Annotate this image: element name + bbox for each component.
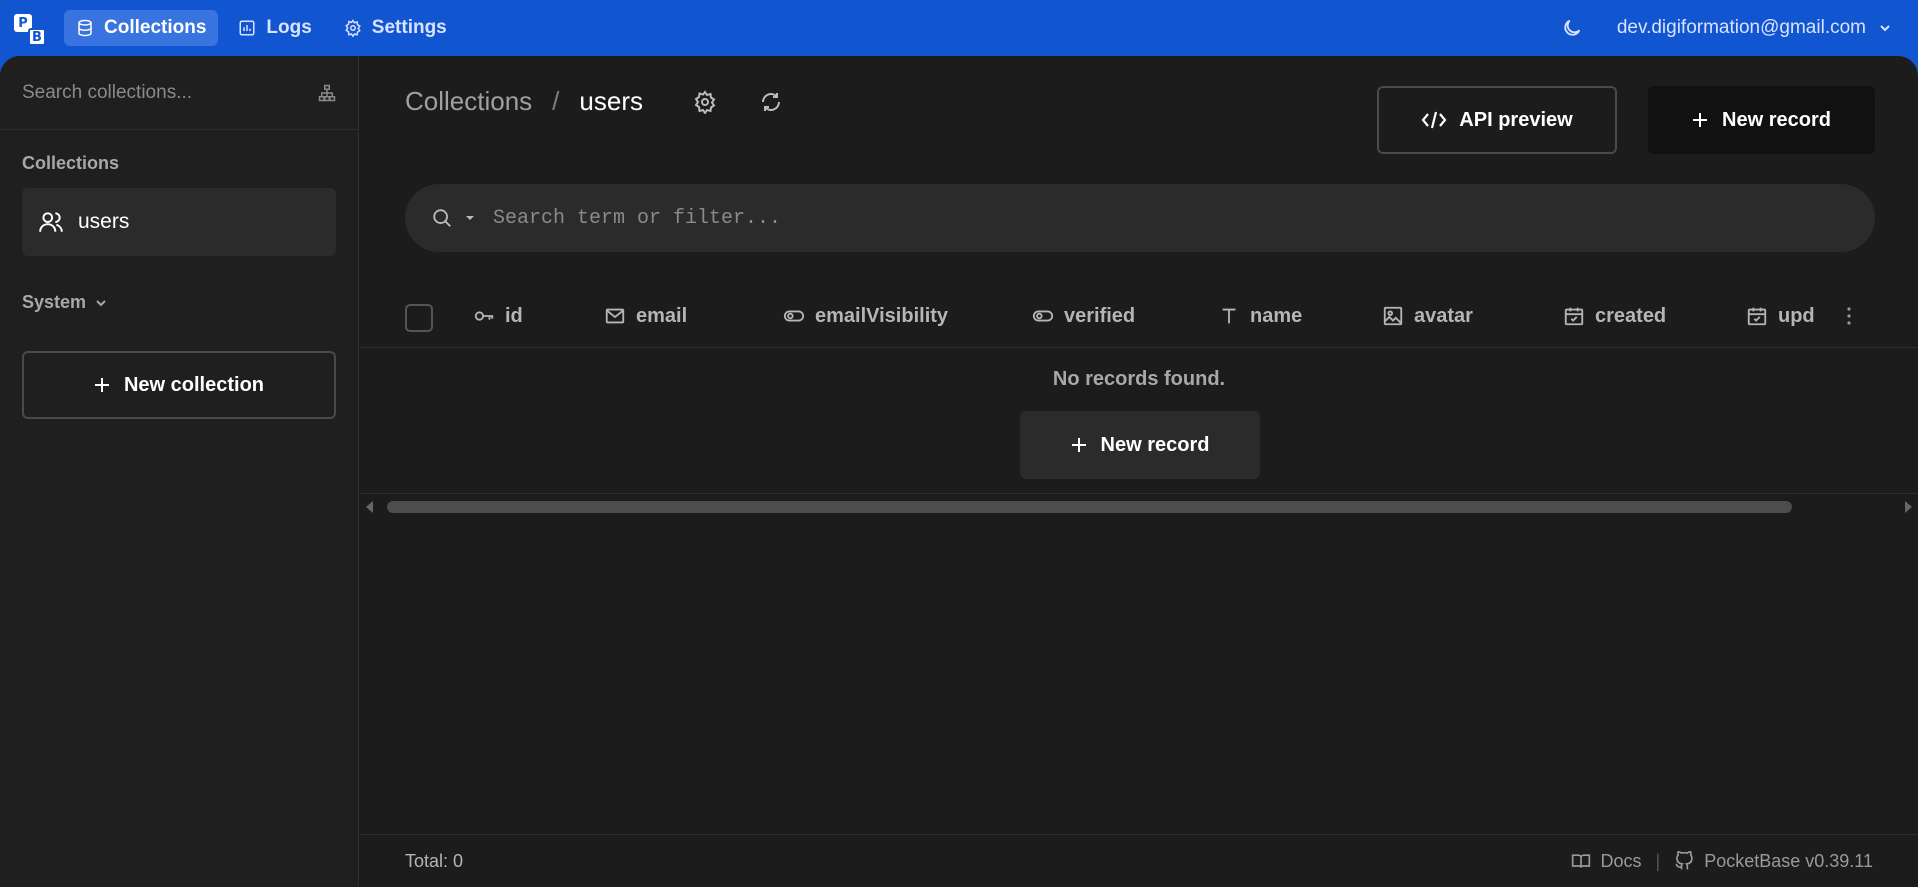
refresh-icon[interactable] [759,90,783,114]
users-icon [38,209,64,235]
collections-search-input[interactable] [22,81,292,104]
main-panel: Collections / users API preview New reco… [360,56,1918,887]
scrollbar-thumb[interactable] [387,501,1792,513]
user-menu[interactable]: dev.digiformation@gmail.com [1617,17,1890,39]
column-header-created[interactable]: created [1563,284,1666,348]
records-search-bar [405,184,1875,252]
column-header-email[interactable]: email [604,284,687,348]
page-footer: Total: 0 Docs | PocketBase v0.39.11 [360,834,1918,887]
column-header-id[interactable]: id [473,284,523,348]
table-divider [360,493,1918,494]
breadcrumb-current: users [579,86,643,116]
calendar-icon [1746,305,1768,327]
toggle-icon [783,305,805,327]
github-icon [1674,851,1694,871]
sitemap-icon[interactable] [318,84,336,102]
plus-icon [1692,112,1708,128]
select-all-checkbox[interactable] [405,304,433,332]
version-link[interactable]: PocketBase v0.39.11 [1674,851,1873,872]
user-email: dev.digiformation@gmail.com [1616,17,1866,38]
records-table-header: id email emailVisibility verified name a… [360,284,1918,348]
column-label: id [505,304,523,327]
logo-letter-b: B [28,28,46,46]
column-label: emailVisibility [815,304,949,327]
empty-state-message: No records found. [1052,368,1226,390]
nav-collections-label: Collections [104,17,207,38]
column-label: email [636,304,688,327]
new-collection-button[interactable]: New collection [22,351,336,419]
sidebar: Collections users System New collection [0,56,359,887]
column-header-updated[interactable]: upd [1746,284,1820,348]
chevron-down-icon [96,298,106,308]
column-header-emailvisibility[interactable]: emailVisibility [783,284,948,348]
new-record-button[interactable]: New record [1648,86,1875,154]
docs-label: Docs [1600,850,1642,871]
column-label: upd [1778,304,1815,327]
book-icon [1571,851,1591,871]
column-header-verified[interactable]: verified [1032,284,1135,348]
text-icon [1218,305,1240,327]
records-total: Total: 0 [405,850,464,871]
column-header-name[interactable]: name [1218,284,1302,348]
docs-link[interactable]: Docs [1571,851,1642,872]
system-section-label: System [22,292,87,312]
top-navbar: P B Collections Logs Settings dev.digifo… [0,0,1918,56]
chart-icon [238,19,256,37]
scroll-left-arrow[interactable] [366,501,373,513]
empty-state-new-record-label: New record [1100,433,1210,456]
horizontal-scrollbar[interactable] [360,496,1918,518]
records-search-input[interactable] [493,206,1793,230]
app-container: Collections users System New collection … [0,56,1918,887]
chevron-down-icon [1880,23,1890,33]
system-section-toggle[interactable]: System [0,292,358,313]
breadcrumb-separator: / [552,86,560,116]
column-label: name [1250,304,1303,327]
key-icon [473,305,495,327]
search-icon [431,207,453,229]
mail-icon [604,305,626,327]
footer-divider: | [1655,850,1661,871]
new-collection-label: New collection [123,373,265,396]
nav-logs[interactable]: Logs [226,10,323,46]
filter-dropdown-icon[interactable] [465,214,475,222]
sidebar-item-label: users [78,210,130,233]
empty-state-new-record-button[interactable]: New record [1020,411,1260,479]
pocketbase-logo[interactable]: P B [12,10,48,46]
scroll-right-arrow[interactable] [1905,501,1912,513]
api-preview-label: API preview [1459,108,1573,131]
plus-icon [1071,437,1087,453]
nav-settings[interactable]: Settings [332,10,459,46]
collection-settings-icon[interactable] [693,89,717,114]
nav-settings-label: Settings [371,17,447,38]
version-label: PocketBase v0.39.11 [1704,850,1873,871]
gear-icon [344,19,362,37]
column-label: avatar [1414,304,1473,327]
toggle-icon [1032,305,1054,327]
sidebar-item-users[interactable]: users [22,188,336,256]
new-record-label: New record [1722,108,1831,131]
column-label: verified [1064,304,1136,327]
image-icon [1382,305,1404,327]
nav-logs-label: Logs [266,17,312,38]
column-label: created [1595,304,1667,327]
calendar-icon [1563,305,1585,327]
nav-collections[interactable]: Collections [64,10,219,46]
code-icon [1421,109,1447,131]
database-icon [76,19,94,37]
column-header-avatar[interactable]: avatar [1382,284,1473,348]
api-preview-button[interactable]: API preview [1377,86,1617,154]
plus-icon [94,377,110,393]
moon-icon[interactable] [1561,17,1583,39]
collections-section-label: Collections [22,153,120,173]
collections-search [0,56,358,130]
breadcrumb-root[interactable]: Collections [405,86,532,117]
page-header: Collections / users [405,86,783,117]
more-vertical-icon[interactable] [1837,304,1861,328]
